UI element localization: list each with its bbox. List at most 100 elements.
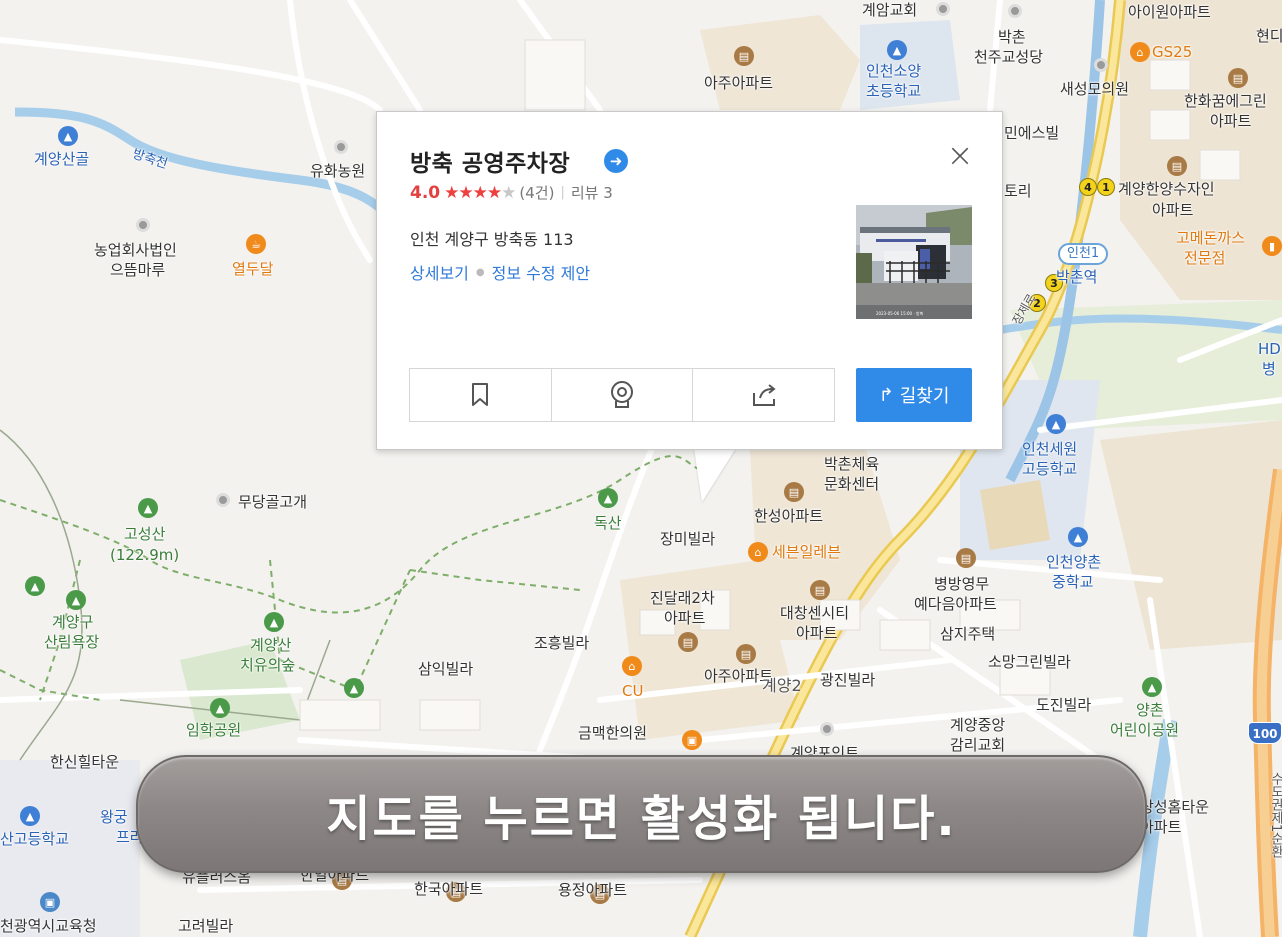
map-label: 계양구 bbox=[52, 613, 94, 631]
map-label: 아주아파트 bbox=[704, 74, 774, 92]
review-link[interactable]: 리뷰 3 bbox=[571, 182, 613, 203]
expressway-label: 수도권제1순환 bbox=[1268, 772, 1282, 859]
restaurant-icon: ▮ bbox=[1262, 236, 1282, 256]
school-icon: ▲ bbox=[20, 806, 40, 826]
separator: | bbox=[560, 185, 565, 200]
map-label: 장미빌라 bbox=[660, 530, 716, 548]
mountain-icon: ▲ bbox=[344, 678, 364, 698]
convenience-store-icon: ⌂ bbox=[1130, 42, 1150, 62]
map-label: 초등학교 bbox=[866, 82, 922, 100]
map-label: 한국아파트 bbox=[414, 880, 484, 898]
star-empty-icon: ★ bbox=[501, 182, 516, 203]
rating-stars: ★★★★★ bbox=[444, 182, 516, 203]
map-label: 양촌 bbox=[1136, 701, 1164, 719]
map-label: 한화꿈에그린 bbox=[1184, 92, 1267, 110]
map-label: 병방영무 bbox=[934, 575, 990, 593]
map-label: 박촌역 bbox=[1056, 268, 1098, 286]
save-button[interactable] bbox=[410, 369, 552, 421]
share-icon bbox=[752, 384, 776, 406]
bookmark-icon bbox=[472, 383, 489, 406]
map-label: 박촌 bbox=[998, 28, 1026, 46]
metro-exit-4-icon: 4 bbox=[1079, 178, 1097, 196]
map-label: 예다음아파트 bbox=[914, 595, 997, 613]
map-label: 왕궁 bbox=[100, 808, 128, 826]
park-icon: ▲ bbox=[1142, 677, 1162, 697]
metro-exit-1-icon: 1 bbox=[1097, 178, 1115, 196]
school-icon: ▲ bbox=[1068, 527, 1088, 547]
map-label: 한신힐타운 bbox=[50, 753, 120, 771]
map-label: 어린이공원 bbox=[1110, 721, 1180, 739]
map-label: 아파트 bbox=[1152, 201, 1194, 219]
map-label: 계양산 bbox=[250, 636, 292, 654]
details-link[interactable]: 상세보기 bbox=[410, 260, 469, 284]
roadview-button[interactable] bbox=[552, 369, 694, 421]
directions-label: 길찾기 bbox=[899, 386, 950, 407]
map-label: 금맥한의원 bbox=[578, 724, 648, 742]
place-title[interactable]: 방축 공영주차장 bbox=[410, 144, 570, 178]
map-label: 고려빌라 bbox=[178, 917, 234, 935]
map-label: 아파트 bbox=[796, 624, 838, 642]
directions-button[interactable]: ↱ 길찾기 bbox=[856, 368, 972, 422]
map-label: 인천세원 bbox=[1022, 440, 1078, 458]
apartment-icon: ▤ bbox=[1228, 68, 1248, 88]
map-label: 전문점 bbox=[1184, 249, 1226, 267]
mountain-icon: ▲ bbox=[58, 126, 78, 146]
map-label: 박촌체육 bbox=[824, 455, 880, 473]
station-line-badge: 인천1 bbox=[1058, 243, 1109, 265]
forest-icon: ▲ bbox=[66, 590, 86, 610]
star-filled-icon: ★ bbox=[486, 182, 502, 203]
map-label: 산고등학교 bbox=[0, 830, 70, 848]
rating-row: 4.0 ★★★★★ (4건) | 리뷰 3 bbox=[410, 182, 613, 203]
rating-score: 4.0 bbox=[410, 182, 441, 203]
church-icon bbox=[820, 722, 834, 736]
place-detail-arrow-icon[interactable]: ➜ bbox=[604, 149, 628, 173]
map-label: 고메돈까스 bbox=[1176, 229, 1246, 247]
close-button[interactable]: × bbox=[943, 139, 977, 174]
map-label: 임학공원 bbox=[186, 721, 242, 739]
convenience-store-icon: ⌂ bbox=[748, 542, 768, 562]
mountain-icon: ▲ bbox=[25, 576, 45, 596]
map-label: CU bbox=[622, 682, 644, 700]
map-label: 중학교 bbox=[1052, 573, 1094, 591]
rating-count[interactable]: (4건) bbox=[519, 182, 554, 203]
place-info-popup: 방축 공영주차장 ➜ × 4.0 ★★★★★ (4건) | 리뷰 3 인천 계양… bbox=[376, 111, 1003, 450]
apartment-icon: ▤ bbox=[956, 548, 976, 568]
link-separator: ● bbox=[475, 266, 485, 278]
map-label: 상성홈타운 bbox=[1140, 798, 1210, 816]
hospital-icon bbox=[1094, 58, 1108, 72]
directions-icon: ↱ bbox=[878, 384, 894, 406]
map-label: 계양한양수자인 bbox=[1118, 180, 1215, 198]
poi-icon bbox=[216, 493, 230, 507]
map-label: 산림욕장 bbox=[44, 633, 100, 651]
map-label: 삼지주택 bbox=[940, 625, 996, 643]
apartment-icon: ▤ bbox=[810, 580, 830, 600]
map-label: 치유의숲 bbox=[240, 656, 296, 674]
apartment-icon: ▤ bbox=[678, 632, 698, 652]
district-label: 계양2 bbox=[762, 676, 802, 695]
map-label: 인천양촌 bbox=[1046, 553, 1102, 571]
map-label: 소망그린빌라 bbox=[988, 653, 1071, 671]
map-label: 아파트 bbox=[664, 609, 706, 627]
map-label: 진달래2차 bbox=[650, 589, 715, 607]
map-activation-banner[interactable]: 지도를 누르면 활성화 됩니다. bbox=[136, 755, 1147, 873]
map-label: 새성모의원 bbox=[1060, 80, 1130, 98]
map-label: 천광역시교육청 bbox=[0, 917, 97, 935]
poi-icon bbox=[136, 218, 150, 232]
suggest-edit-link[interactable]: 정보 수정 제안 bbox=[492, 260, 591, 284]
map-label: 아이원아파트 bbox=[1128, 3, 1211, 21]
school-icon: ▲ bbox=[887, 40, 907, 60]
map-label: 고등학교 bbox=[1022, 460, 1078, 478]
map-label: 대창센시티 bbox=[780, 604, 850, 622]
church-icon bbox=[1008, 4, 1022, 18]
star-filled-icon: ★ bbox=[458, 182, 473, 203]
share-button[interactable] bbox=[693, 369, 834, 421]
poi-icon bbox=[334, 140, 348, 154]
map-label: 계양산골 bbox=[34, 150, 90, 168]
map-label: 삼익빌라 bbox=[418, 660, 474, 678]
highway-100-badge: 100 bbox=[1248, 722, 1282, 744]
map-label: 독산 bbox=[594, 514, 622, 532]
roadview-icon bbox=[611, 381, 633, 408]
forest-icon: ▲ bbox=[264, 612, 284, 632]
place-address: 인천 계양구 방축동 113 bbox=[410, 230, 574, 249]
place-photo[interactable]: 2023-05-06 15:00 · 방축 bbox=[856, 205, 972, 319]
